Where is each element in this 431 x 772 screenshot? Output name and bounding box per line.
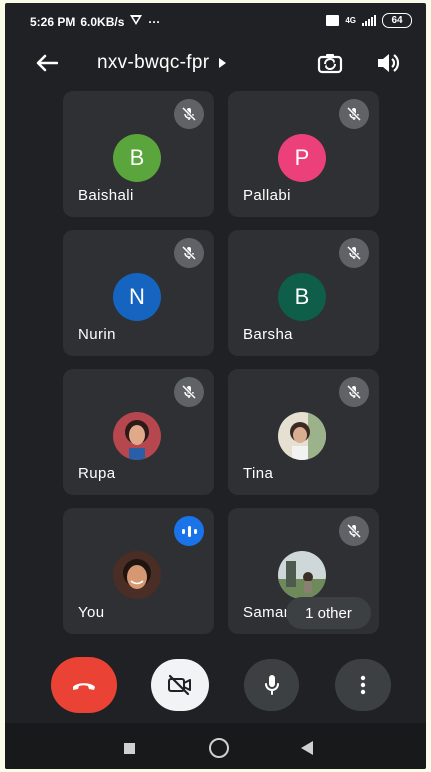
others-count-pill[interactable]: 1 other (286, 597, 371, 629)
microphone-button[interactable] (244, 659, 299, 711)
mic-off-icon (174, 99, 204, 129)
speaker-icon[interactable] (375, 50, 403, 78)
avatar-photo (278, 551, 326, 599)
back-triangle-icon[interactable] (301, 741, 313, 755)
mic-off-icon (174, 238, 204, 268)
status-bar: 5:26 PM 6.0KB/s ··· 4G 64 (5, 3, 426, 37)
participant-name: Baishali (78, 187, 134, 204)
meeting-header: nxv-bwqc-fpr (5, 37, 426, 89)
participant-tile-rupa[interactable]: Rupa (63, 369, 214, 495)
more-options-button[interactable] (335, 659, 391, 711)
meeting-code: nxv-bwqc-fpr (97, 52, 210, 73)
participant-tile-baishali[interactable]: B Baishali (63, 91, 214, 217)
volte-icon (326, 15, 340, 26)
participant-tile-tina[interactable]: Tina (228, 369, 379, 495)
camera-off-icon (168, 674, 191, 696)
recents-icon[interactable] (124, 743, 135, 754)
switch-camera-icon[interactable] (316, 50, 344, 78)
participant-name: Barsha (243, 326, 293, 343)
system-nav-bar (5, 723, 426, 769)
avatar: B (278, 273, 326, 321)
mic-off-icon (174, 377, 204, 407)
phone-hangup-icon (73, 683, 95, 690)
avatar-photo (278, 412, 326, 460)
caret-right-icon (219, 58, 227, 68)
participant-name: Tina (243, 465, 274, 482)
microphone-icon (264, 675, 279, 695)
signal-icon (362, 15, 376, 26)
home-icon[interactable] (209, 738, 229, 758)
status-more: ··· (148, 14, 161, 29)
status-network-speed: 6.0KB/s (80, 14, 125, 29)
meeting-code-button[interactable]: nxv-bwqc-fpr (97, 52, 227, 74)
camera-toggle-button[interactable] (151, 659, 209, 711)
participant-tile-you[interactable]: You (63, 508, 214, 634)
avatar-photo (113, 551, 161, 599)
mic-off-icon (339, 238, 369, 268)
data-saver-icon (129, 14, 143, 29)
app-frame: 5:26 PM 6.0KB/s ··· 4G 64 nxv-bwqc-fpr B… (5, 3, 426, 769)
mic-off-icon (339, 516, 369, 546)
status-time: 5:26 PM (30, 14, 76, 29)
mic-off-icon (339, 377, 369, 407)
avatar: B (113, 134, 161, 182)
avatar-photo (113, 412, 161, 460)
participant-tile-nurin[interactable]: N Nurin (63, 230, 214, 356)
participant-tile-pallabi[interactable]: P Pallabi (228, 91, 379, 217)
avatar: N (113, 273, 161, 321)
avatar: P (278, 134, 326, 182)
battery-icon: 64 (382, 13, 412, 28)
participant-tile-barsha[interactable]: B Barsha (228, 230, 379, 356)
end-call-button[interactable] (51, 657, 117, 713)
participant-name: Nurin (78, 326, 116, 343)
participant-name: You (78, 604, 105, 621)
participant-name: Pallabi (243, 187, 291, 204)
arrow-left-icon[interactable] (33, 49, 61, 77)
more-vertical-icon (360, 675, 366, 695)
network-type: 4G (345, 16, 356, 25)
participant-name: Rupa (78, 465, 116, 482)
speaking-indicator-icon (174, 516, 204, 546)
mic-off-icon (339, 99, 369, 129)
